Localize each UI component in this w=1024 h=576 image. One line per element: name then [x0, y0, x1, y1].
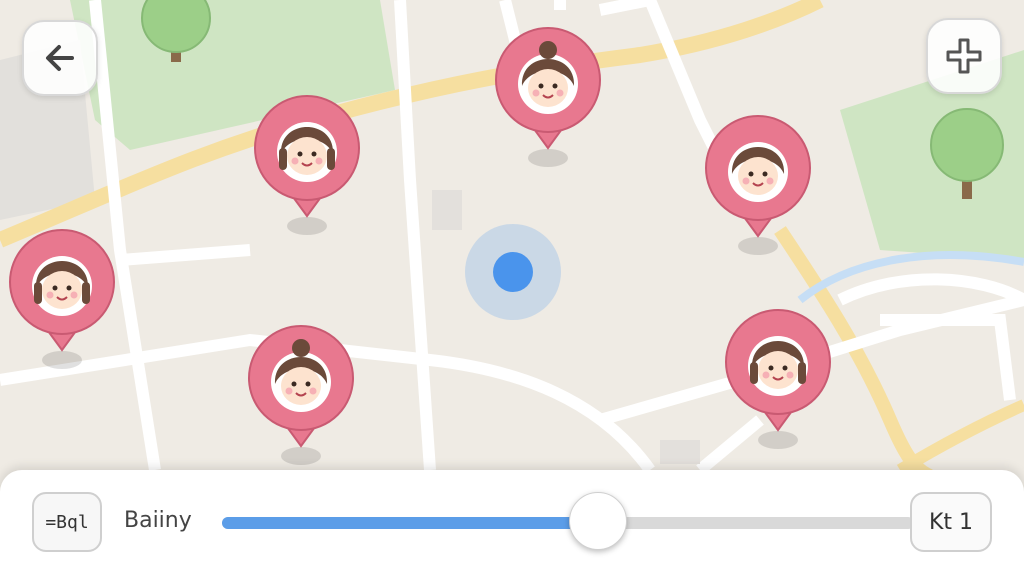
bottom-panel: =Bql Baiiny Kt 1	[0, 470, 1024, 576]
avatar-boy-icon	[728, 142, 788, 202]
pin-shadow	[758, 431, 798, 449]
pin-shadow	[42, 351, 82, 369]
building-block	[660, 440, 700, 464]
pin-shadow	[528, 149, 568, 167]
range-slider-thumb[interactable]	[569, 492, 627, 550]
pin-shadow	[738, 237, 778, 255]
user-location-marker[interactable]	[465, 224, 561, 320]
filter-button[interactable]: =Bql	[32, 492, 102, 552]
add-button[interactable]	[926, 18, 1002, 94]
pin-shadow	[287, 217, 327, 235]
arrow-left-icon	[46, 45, 74, 71]
filter-label: Baiiny	[124, 508, 192, 533]
avatar-girl-long-hair-icon	[748, 336, 808, 396]
value-badge[interactable]: Kt 1	[910, 492, 992, 552]
avatar-girl-bob-icon	[32, 256, 92, 316]
plus-icon	[946, 38, 982, 74]
back-button[interactable]	[22, 20, 98, 96]
avatar-girl-bob-icon	[277, 122, 337, 182]
range-slider-track[interactable]	[222, 517, 914, 529]
building-block	[432, 190, 462, 230]
pin-shadow	[281, 447, 321, 465]
range-slider-fill	[222, 517, 596, 529]
